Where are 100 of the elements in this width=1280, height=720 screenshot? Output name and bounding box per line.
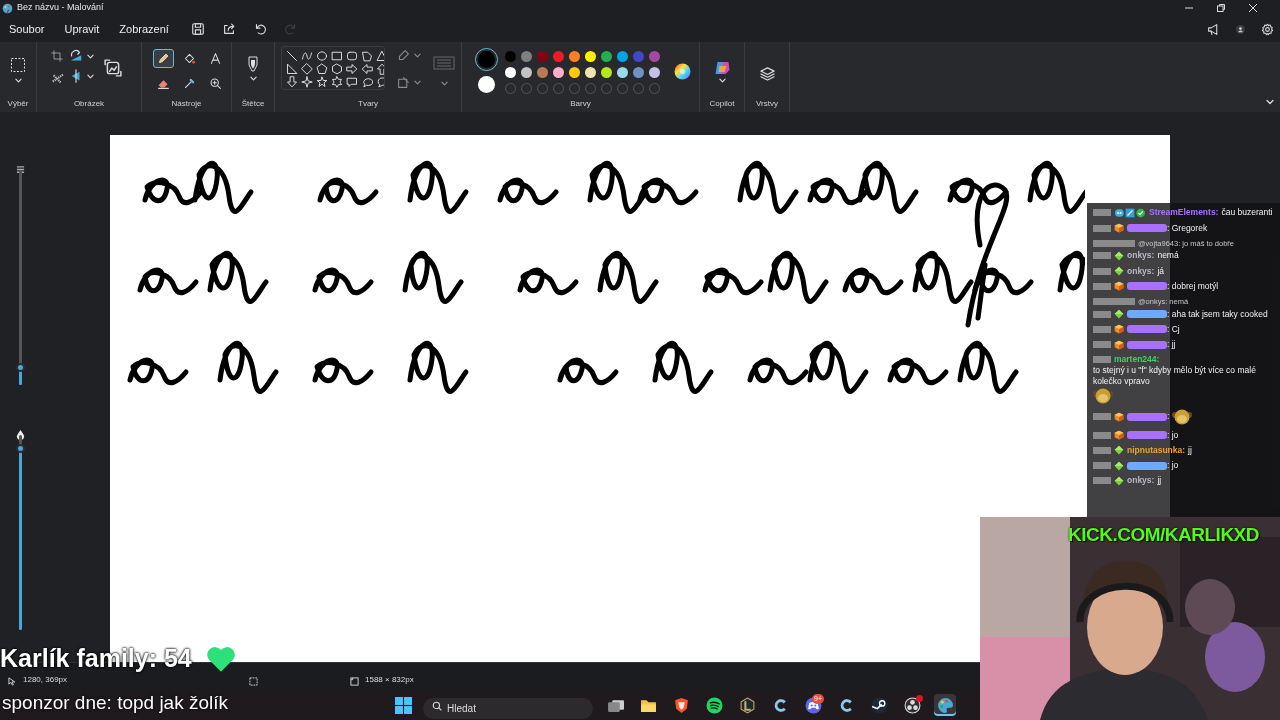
chat-message: : Cj xyxy=(1167,323,1180,335)
copilot-icon[interactable] xyxy=(713,60,731,76)
taskbar-app[interactable] xyxy=(901,694,923,716)
six-point-star-icon[interactable] xyxy=(331,76,343,88)
right-arrow-icon[interactable] xyxy=(346,63,358,75)
group-label: Nástroje xyxy=(170,98,203,110)
rectangle-icon[interactable] xyxy=(331,50,343,62)
menu-item[interactable]: Zobrazení xyxy=(119,20,169,38)
color-swatch[interactable] xyxy=(505,51,516,62)
paint-palette-icon xyxy=(2,2,13,14)
caret-icon[interactable] xyxy=(14,77,22,84)
color-swatch[interactable] xyxy=(521,67,532,78)
diamond-icon xyxy=(1114,445,1124,456)
pencil-tool[interactable] xyxy=(153,49,174,68)
diamond-icon[interactable] xyxy=(301,63,313,75)
color-swatch[interactable] xyxy=(601,67,612,78)
rotate-icon[interactable] xyxy=(69,49,83,63)
username[interactable]: StreamElements: xyxy=(1149,207,1219,218)
restore-icon[interactable] xyxy=(1216,3,1226,13)
oval-icon[interactable] xyxy=(316,50,328,62)
brush-size-icon[interactable] xyxy=(16,165,25,175)
username[interactable]: onkys: xyxy=(1127,250,1155,261)
caret-icon[interactable] xyxy=(87,72,94,80)
save-icon xyxy=(190,22,205,36)
caret-icon[interactable] xyxy=(249,75,257,82)
magic-select-icon[interactable] xyxy=(51,71,65,85)
fill-icon[interactable] xyxy=(397,76,410,89)
color-swatch[interactable] xyxy=(649,51,660,62)
group-label: Štětce xyxy=(240,98,266,110)
menu-item[interactable]: Soubor xyxy=(9,20,45,38)
color-swatch[interactable] xyxy=(617,51,628,62)
slider-thumb[interactable] xyxy=(16,363,25,373)
layers-icon[interactable] xyxy=(759,66,775,81)
username[interactable]: marten244: xyxy=(1114,354,1160,365)
zoom-icon xyxy=(209,77,222,90)
color-swatch[interactable] xyxy=(505,67,516,78)
star-icon[interactable] xyxy=(316,76,328,88)
polygon-icon[interactable] xyxy=(361,50,373,62)
pentagon-icon[interactable] xyxy=(316,63,328,75)
line-icon[interactable] xyxy=(286,50,298,62)
slider-thumb[interactable] xyxy=(16,444,25,454)
paint-bucket-icon xyxy=(183,52,196,65)
slider-track[interactable] xyxy=(19,170,22,385)
color-swatch[interactable] xyxy=(601,51,612,62)
search-field[interactable]: Hledat xyxy=(423,697,593,719)
rounded-rectangle-icon[interactable] xyxy=(346,50,358,62)
color-swatch[interactable] xyxy=(649,67,660,78)
blurred-timestamp xyxy=(1093,356,1111,364)
color-swatch[interactable] xyxy=(537,51,548,62)
speech-bubble-icon[interactable] xyxy=(346,76,358,88)
primary-color[interactable] xyxy=(478,51,495,68)
selection-icon[interactable] xyxy=(10,57,26,73)
settings-icon[interactable] xyxy=(1261,22,1274,36)
taskbar-app[interactable] xyxy=(934,694,956,716)
outline-icon[interactable] xyxy=(397,49,410,62)
megaphone-icon[interactable] xyxy=(1207,22,1220,36)
right-triangle-icon[interactable] xyxy=(286,63,298,75)
color-swatch[interactable] xyxy=(521,51,532,62)
caret-icon[interactable] xyxy=(718,77,726,84)
four-point-star-icon[interactable] xyxy=(301,76,313,88)
color-swatch[interactable] xyxy=(617,67,628,78)
username[interactable]: onkys: xyxy=(1127,475,1155,486)
caret-icon[interactable] xyxy=(440,80,448,87)
color-wheel-icon[interactable] xyxy=(674,63,691,81)
cube-icon xyxy=(1114,223,1124,233)
redo-icon xyxy=(283,22,298,36)
collapse-ribbon-icon[interactable] xyxy=(1266,98,1274,106)
color-swatch[interactable] xyxy=(553,67,564,78)
save-button[interactable] xyxy=(190,22,205,36)
share-button[interactable] xyxy=(221,22,236,36)
avatar-icon[interactable] xyxy=(1236,24,1245,34)
close-icon[interactable] xyxy=(1248,3,1258,13)
resize-icon[interactable] xyxy=(104,58,122,77)
hexagon-icon[interactable] xyxy=(331,63,343,75)
color-swatch[interactable] xyxy=(633,51,644,62)
caret-icon[interactable] xyxy=(414,52,421,59)
color-swatch[interactable] xyxy=(585,67,596,78)
eraser-icon xyxy=(157,77,170,90)
curve-icon[interactable] xyxy=(301,50,313,62)
color-swatch[interactable] xyxy=(569,67,580,78)
oval-bubble-icon[interactable] xyxy=(361,76,373,88)
start-icon[interactable] xyxy=(395,696,412,714)
color-swatch[interactable] xyxy=(633,67,644,78)
brush-icon[interactable] xyxy=(247,56,259,72)
down-arrow-icon[interactable] xyxy=(286,76,298,88)
group-label: Vrstvy xyxy=(755,98,779,110)
color-swatch[interactable] xyxy=(569,51,580,62)
secondary-color[interactable] xyxy=(478,76,495,93)
username[interactable]: nipnutasunka: xyxy=(1127,444,1186,455)
color-swatch[interactable] xyxy=(585,51,596,62)
color-swatch[interactable] xyxy=(553,51,564,62)
caret-icon[interactable] xyxy=(414,79,421,86)
username[interactable]: onkys: xyxy=(1127,265,1155,276)
blurred-timestamp xyxy=(1093,310,1111,318)
cube-icon xyxy=(1114,430,1124,441)
color-swatch[interactable] xyxy=(537,67,548,78)
caret-icon[interactable] xyxy=(87,52,94,60)
crop-icon[interactable] xyxy=(51,50,63,62)
menu-item[interactable]: Upravit xyxy=(64,20,100,38)
left-arrow-icon[interactable] xyxy=(361,63,373,75)
